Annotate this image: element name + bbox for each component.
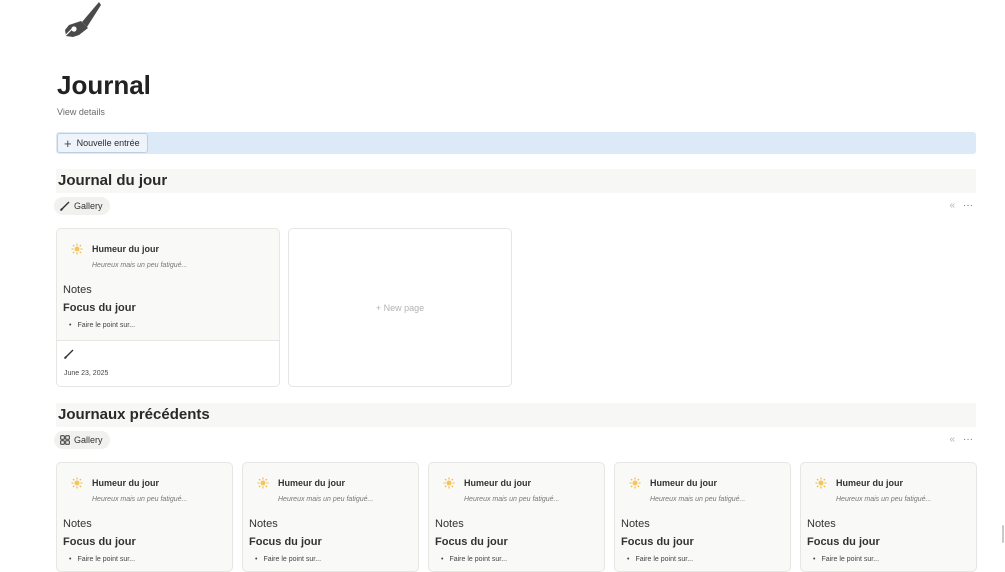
bullet-item: Faire le point sur... (255, 556, 321, 563)
mood-subtitle: Heureux mais un peu fatigué... (92, 496, 188, 503)
mood-title: Humeur du jour (92, 478, 159, 488)
sun-icon (815, 477, 827, 489)
sun-icon (71, 477, 83, 489)
fountain-pen-icon[interactable] (60, 0, 104, 40)
entry-date: June 23, 2025 (64, 370, 109, 377)
mood-row: Humeur du jour (815, 477, 903, 489)
focus-heading: Focus du jour (63, 536, 136, 548)
sun-icon (257, 477, 269, 489)
mood-title: Humeur du jour (92, 244, 159, 254)
mood-row: Humeur du jour (629, 477, 717, 489)
bullet-item: Faire le point sur... (627, 556, 693, 563)
focus-heading: Focus du jour (63, 302, 136, 314)
mood-title: Humeur du jour (464, 478, 531, 488)
more-options-icon[interactable]: ··· (963, 200, 973, 211)
view-details-link[interactable]: View details (57, 107, 105, 117)
journal-card[interactable]: Humeur du jour Heureux mais un peu fatigu… (800, 462, 977, 572)
focus-heading: Focus du jour (621, 536, 694, 548)
mood-subtitle: Heureux mais un peu fatigué... (92, 262, 188, 269)
heading-today: Journal du jour (58, 172, 168, 189)
page-title: Journal (57, 70, 151, 100)
focus-heading: Focus du jour (435, 536, 508, 548)
section-heading-previous: Journaux précédents (56, 403, 976, 427)
new-page-card[interactable]: + New page (288, 228, 512, 387)
pen-icon (64, 349, 74, 359)
bullet-item: Faire le point sur... (441, 556, 507, 563)
bullet-item: Faire le point sur... (813, 556, 879, 563)
mood-subtitle: Heureux mais un peu fatigué... (464, 496, 560, 503)
gallery-grid-icon (60, 435, 70, 445)
mood-subtitle: Heureux mais un peu fatigué... (650, 496, 746, 503)
notes-heading: Notes (435, 518, 464, 530)
mood-title: Humeur du jour (650, 478, 717, 488)
card-footer: June 23, 2025 (57, 340, 279, 386)
new-entry-label: Nouvelle entrée (76, 138, 140, 148)
notes-heading: Notes (807, 518, 836, 530)
mood-title: Humeur du jour (278, 478, 345, 488)
notes-heading: Notes (63, 284, 92, 296)
sun-icon (443, 477, 455, 489)
tab-gallery-previous[interactable]: Gallery (54, 431, 110, 449)
view-tools-previous: « ··· (949, 434, 973, 445)
section-heading-today: Journal du jour (56, 169, 976, 193)
mood-row: Humeur du jour (257, 477, 345, 489)
heading-previous: Journaux précédents (58, 406, 210, 423)
pen-icon (60, 201, 70, 211)
sun-icon (629, 477, 641, 489)
scrollbar[interactable] (1002, 525, 1004, 543)
bullet-item: Faire le point sur... (69, 556, 135, 563)
collapse-icon[interactable]: « (949, 200, 955, 211)
tab-label: Gallery (74, 201, 103, 211)
more-options-icon[interactable]: ··· (963, 434, 973, 445)
mood-row: Humeur du jour (71, 243, 159, 255)
callout-block: + Nouvelle entrée (56, 132, 976, 154)
mood-row: Humeur du jour (443, 477, 531, 489)
mood-subtitle: Heureux mais un peu fatigué... (278, 496, 374, 503)
journal-card[interactable]: Humeur du jour Heureux mais un peu fatigu… (242, 462, 419, 572)
tab-label: Gallery (74, 435, 103, 445)
journal-card-today[interactable]: Humeur du jour Heureux mais un peu fatig… (56, 228, 280, 387)
focus-heading: Focus du jour (807, 536, 880, 548)
journal-card[interactable]: Humeur du jour Heureux mais un peu fatigu… (614, 462, 791, 572)
tab-gallery-today[interactable]: Gallery (54, 197, 110, 215)
mood-subtitle: Heureux mais un peu fatigué... (836, 496, 932, 503)
sun-icon (71, 243, 83, 255)
bullet-item: Faire le point sur... (69, 322, 135, 329)
plus-icon: + (64, 135, 72, 151)
mood-title: Humeur du jour (836, 478, 903, 488)
focus-heading: Focus du jour (249, 536, 322, 548)
collapse-icon[interactable]: « (949, 434, 955, 445)
notes-heading: Notes (621, 518, 650, 530)
mood-row: Humeur du jour (71, 477, 159, 489)
journal-card[interactable]: Humeur du jour Heureux mais un peu fatigu… (428, 462, 605, 572)
view-tools-today: « ··· (949, 200, 973, 211)
journal-card[interactable]: Humeur du jour Heureux mais un peu fatigu… (56, 462, 233, 572)
new-entry-button[interactable]: + Nouvelle entrée (57, 133, 148, 153)
notes-heading: Notes (249, 518, 278, 530)
notes-heading: Notes (63, 518, 92, 530)
